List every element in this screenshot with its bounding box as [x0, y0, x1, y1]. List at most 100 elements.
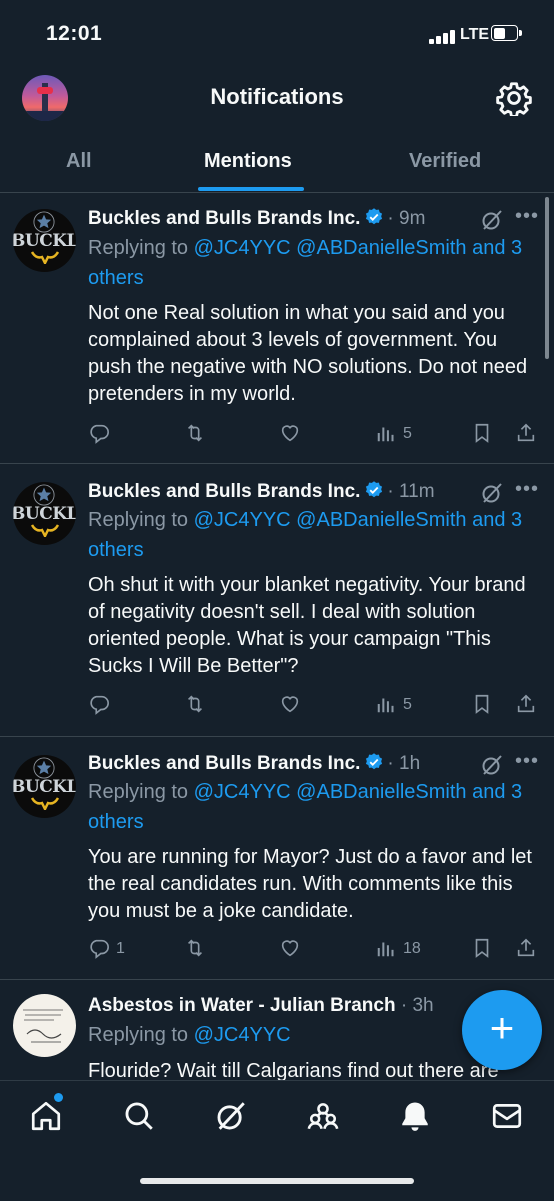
avatar-brand-text: BUCKLI	[13, 504, 76, 524]
like-button[interactable]	[279, 937, 301, 961]
heart-icon	[281, 696, 299, 713]
verified-badge-icon	[366, 481, 383, 498]
share-button[interactable]	[515, 693, 537, 717]
reply-icon	[90, 939, 109, 959]
tweet-text: Oh shut it with your blanket negativity.…	[88, 574, 526, 677]
views-button[interactable]: 5	[375, 422, 412, 446]
tweet-header: Buckles and Bulls Brands Inc. · 1h	[88, 752, 420, 775]
star-icon	[33, 484, 55, 506]
more-options-icon[interactable]: •••	[515, 750, 539, 773]
replying-prefix: Replying to	[88, 237, 194, 259]
status-time: 12:01	[46, 22, 103, 45]
avatar-brand-text: BUCKLI	[13, 777, 76, 797]
page-title: Notifications	[210, 84, 344, 109]
grok-icon[interactable]	[480, 753, 504, 777]
replying-to: Replying to @JC4YYC @ABDanielleSmith and…	[88, 233, 543, 293]
share-icon	[517, 694, 535, 713]
bull-horns-icon	[30, 524, 60, 537]
author-name[interactable]: Buckles and Bulls Brands Inc.	[88, 481, 360, 502]
replying-prefix: Replying to	[88, 1024, 194, 1046]
author-avatar[interactable]: BUCKLI	[13, 755, 76, 818]
tweet-header: Buckles and Bulls Brands Inc. · 9m	[88, 207, 425, 230]
tweet-time: · 9m	[387, 208, 426, 229]
tweet-time: · 3h	[400, 995, 434, 1016]
views-button[interactable]: 5	[375, 693, 412, 717]
bookmark-button[interactable]	[471, 422, 493, 446]
retweet-button[interactable]	[184, 422, 206, 446]
share-button[interactable]	[515, 422, 537, 446]
compose-button[interactable]: +	[462, 990, 542, 1070]
star-icon	[33, 211, 55, 233]
replying-to: Replying to @JC4YYC @ABDanielleSmith and…	[88, 777, 543, 837]
plus-icon: +	[489, 1004, 515, 1051]
bookmark-button[interactable]	[471, 693, 493, 717]
reply-icon	[90, 424, 109, 444]
more-options-icon[interactable]: •••	[515, 205, 539, 228]
views-button[interactable]: 18	[375, 937, 421, 961]
tab-mentions[interactable]: Mentions	[204, 150, 292, 173]
author-name[interactable]: Buckles and Bulls Brands Inc.	[88, 208, 360, 229]
reply-icon	[90, 695, 109, 715]
tweet-text: You are running for Mayor? Just do a fav…	[88, 846, 532, 922]
author-avatar[interactable]: BUCKLI	[13, 209, 76, 272]
scrollbar[interactable]	[545, 197, 549, 359]
share-button[interactable]	[515, 937, 537, 961]
grok-icon[interactable]	[480, 208, 504, 232]
author-name[interactable]: Asbestos in Water - Julian Branch	[88, 995, 396, 1016]
notification-tabs: All Mentions Verified	[0, 140, 554, 193]
author-avatar[interactable]: BUCKLI	[13, 482, 76, 545]
tweet-text: Not one Real solution in what you said a…	[88, 302, 528, 405]
author-name[interactable]: Buckles and Bulls Brands Inc.	[88, 753, 360, 774]
retweet-icon	[187, 939, 203, 957]
tweet-actions: 1 18	[88, 937, 548, 961]
reply-button[interactable]	[88, 422, 110, 446]
bull-horns-icon	[30, 251, 60, 264]
tab-all[interactable]: All	[66, 150, 92, 173]
like-button[interactable]	[279, 693, 301, 717]
sketch-image	[23, 1009, 63, 1043]
verified-badge-icon	[366, 753, 383, 770]
star-icon	[33, 757, 55, 779]
views-icon	[377, 427, 394, 442]
verified-badge-icon	[366, 208, 383, 225]
share-icon	[517, 423, 535, 442]
views-icon	[377, 942, 394, 957]
tweet-item[interactable]: BUCKLI Buckles and Bulls Brands Inc. · 11…	[0, 464, 554, 737]
grok-icon[interactable]	[480, 481, 504, 505]
avatar-brand-text: BUCKLI	[13, 231, 76, 251]
views-icon	[377, 698, 394, 713]
reply-button[interactable]: 1	[88, 937, 125, 961]
replying-handles[interactable]: @JC4YYC	[194, 1024, 291, 1046]
share-icon	[517, 938, 535, 957]
reply-button[interactable]	[88, 693, 110, 717]
messages-icon[interactable]	[490, 1099, 524, 1133]
bookmark-button[interactable]	[471, 937, 493, 961]
notifications-icon[interactable]	[398, 1099, 432, 1133]
tweet-actions: 5	[88, 422, 548, 446]
network-label: LTE	[460, 26, 490, 43]
tweet-item[interactable]: BUCKLI Buckles and Bulls Brands Inc. · 9m…	[0, 193, 554, 464]
more-options-icon[interactable]: •••	[515, 478, 539, 501]
search-icon[interactable]	[122, 1099, 156, 1133]
bookmark-icon	[475, 423, 489, 443]
gear-icon[interactable]	[496, 80, 532, 118]
tweet-item[interactable]: BUCKLI Buckles and Bulls Brands Inc. · 1h…	[0, 737, 554, 980]
tweet-actions: 5	[88, 693, 548, 717]
retweet-button[interactable]	[184, 937, 206, 961]
replying-prefix: Replying to	[88, 509, 194, 531]
replying-prefix: Replying to	[88, 781, 194, 803]
author-avatar[interactable]	[13, 994, 76, 1057]
grok-icon[interactable]	[214, 1099, 248, 1133]
heart-icon	[281, 425, 299, 442]
reply-count: 1	[116, 940, 125, 957]
status-bar: 12:01 LTE	[0, 0, 554, 70]
communities-icon[interactable]	[306, 1099, 340, 1133]
tab-verified[interactable]: Verified	[409, 150, 481, 173]
tweet-header: Buckles and Bulls Brands Inc. · 11m	[88, 480, 435, 503]
signal-icon	[429, 28, 457, 44]
home-indicator[interactable]	[140, 1178, 414, 1184]
tweet-time: · 11m	[387, 481, 435, 502]
home-icon[interactable]	[29, 1093, 63, 1133]
retweet-button[interactable]	[184, 693, 206, 717]
like-button[interactable]	[279, 422, 301, 446]
